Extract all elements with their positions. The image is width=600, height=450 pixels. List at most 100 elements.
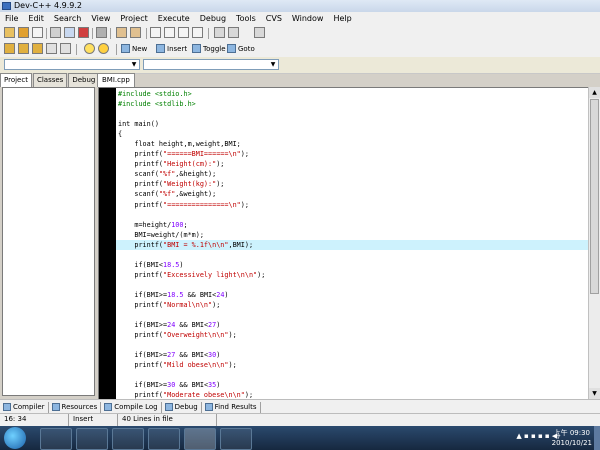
code-editor[interactable]: #include <stdio.h> #include <stdlib.h> in… (98, 87, 590, 400)
show-desktop-button[interactable] (594, 426, 600, 450)
toggle-button[interactable]: Toggle (192, 43, 226, 55)
code-line[interactable]: BMI=weight/(m*m); (118, 230, 588, 240)
menu-help[interactable]: Help (328, 14, 356, 23)
new-file-icon[interactable] (32, 27, 43, 38)
code-line[interactable]: int main() (118, 119, 588, 129)
code-line[interactable]: #include <stdio.h> (118, 89, 588, 99)
code-line[interactable] (118, 210, 588, 220)
menu-window[interactable]: Window (287, 14, 329, 23)
vertical-scrollbar[interactable]: ▲ ▼ (588, 87, 600, 399)
active-code-line[interactable]: printf("BMI = %.1f\n\n",BMI); (116, 239, 588, 250)
find-next-icon[interactable] (178, 27, 189, 38)
function-combo[interactable]: ▼ (143, 59, 279, 70)
tab-label: Resources (61, 403, 98, 411)
paint-task-icon[interactable] (220, 428, 252, 450)
devcpp-task-icon[interactable] (184, 428, 216, 450)
undo-icon[interactable] (116, 27, 127, 38)
insert-button[interactable]: Insert (156, 43, 187, 55)
tab-project[interactable]: Project (0, 73, 32, 87)
code-line[interactable]: if(BMI>=27 && BMI<30) (118, 350, 588, 360)
forward-icon[interactable] (228, 27, 239, 38)
tab-find-results[interactable]: Find Results (202, 401, 261, 413)
back-icon[interactable] (214, 27, 225, 38)
menu-file[interactable]: File (0, 14, 23, 23)
menu-debug[interactable]: Debug (195, 14, 231, 23)
menu-search[interactable]: Search (49, 14, 86, 23)
code-line[interactable]: if(BMI>=24 && BMI<27) (118, 320, 588, 330)
menu-view[interactable]: View (86, 14, 115, 23)
code-line[interactable]: scanf("%f",&height); (118, 169, 588, 179)
code-line[interactable] (118, 109, 588, 119)
code-line[interactable]: if(BMI<18.5) (118, 260, 588, 270)
project-icon[interactable] (4, 27, 15, 38)
clock-date: 2010/10/21 (551, 439, 592, 447)
compile-icon[interactable] (4, 43, 15, 54)
project-tree[interactable] (2, 87, 95, 396)
media-player-task-icon[interactable] (112, 428, 144, 450)
code-line[interactable]: printf("Weight(kg):"); (118, 179, 588, 189)
code-line[interactable]: if(BMI>=18.5 && BMI<24) (118, 290, 588, 300)
clock[interactable]: 上午 09:30 2010/10/21 (552, 428, 592, 448)
rebuild-icon[interactable] (46, 43, 57, 54)
compile-run-icon[interactable] (32, 43, 43, 54)
redo-icon[interactable] (130, 27, 141, 38)
tab-classes[interactable]: Classes (32, 73, 68, 87)
tab-label: Compile Log (114, 403, 158, 411)
code-line[interactable]: scanf("%f",&weight); (118, 189, 588, 199)
bookmark-icon[interactable] (254, 27, 265, 38)
close-file-icon[interactable] (78, 27, 89, 38)
code-line[interactable]: if(BMI>=30 && BMI<35) (118, 380, 588, 390)
tab-compile-log[interactable]: Compile Log (101, 401, 162, 413)
menu-tools[interactable]: Tools (231, 14, 261, 23)
code-line[interactable]: printf("Excessively light\n\n"); (118, 270, 588, 280)
save-all-icon[interactable] (64, 27, 75, 38)
code-line[interactable] (118, 340, 588, 350)
code-line[interactable]: m=height/100; (118, 220, 588, 230)
bottom-tabs: Compiler Resources Compile Log Debug Fin… (0, 399, 600, 414)
code-line[interactable]: { (118, 129, 588, 139)
code-line[interactable] (118, 280, 588, 290)
new-button[interactable]: New (121, 43, 147, 55)
scroll-up-icon[interactable]: ▲ (589, 87, 600, 98)
menu-execute[interactable]: Execute (153, 14, 195, 23)
check-icon[interactable] (60, 43, 71, 54)
code-line[interactable]: printf("Overweight\n\n"); (118, 330, 588, 340)
run-icon[interactable] (18, 43, 29, 54)
class-combo[interactable]: ▼ (4, 59, 140, 70)
ie-task-icon[interactable] (40, 428, 72, 450)
code-line[interactable]: printf("Normal\n\n"); (118, 300, 588, 310)
code-line[interactable] (118, 250, 588, 260)
help-icon[interactable] (84, 43, 95, 54)
scroll-down-icon[interactable]: ▼ (589, 388, 600, 399)
print-icon[interactable] (96, 27, 107, 38)
browser-task-icon[interactable] (148, 428, 180, 450)
tab-resources[interactable]: Resources (49, 401, 102, 413)
find-icon[interactable] (150, 27, 161, 38)
code-line[interactable] (118, 370, 588, 380)
code-line[interactable]: printf("Height(cm):"); (118, 159, 588, 169)
code-line[interactable]: float height,m,weight,BMI; (118, 139, 588, 149)
code-line[interactable]: printf("===============\n"); (118, 200, 588, 210)
start-button[interactable] (4, 427, 26, 449)
replace-icon[interactable] (164, 27, 175, 38)
tab-bmi-cpp[interactable]: BMI.cpp (97, 73, 135, 87)
tab-debug[interactable]: Debug (68, 73, 100, 87)
goto-button[interactable]: Goto (227, 43, 255, 55)
scroll-thumb[interactable] (590, 99, 599, 294)
code-line[interactable]: printf("======BMI======\n"); (118, 149, 588, 159)
tab-compiler[interactable]: Compiler (0, 401, 49, 413)
code-line[interactable]: #include <stdlib.h> (118, 99, 588, 109)
menu-cvs[interactable]: CVS (261, 14, 287, 23)
toolbar-separator (46, 28, 47, 39)
code-line[interactable] (118, 310, 588, 320)
goto-line-icon[interactable] (192, 27, 203, 38)
menu-project[interactable]: Project (115, 14, 152, 23)
code-area[interactable]: #include <stdio.h> #include <stdlib.h> in… (116, 89, 588, 399)
code-line[interactable]: printf("Mild obese\n\n"); (118, 360, 588, 370)
save-icon[interactable] (50, 27, 61, 38)
tab-debug-output[interactable]: Debug (162, 401, 202, 413)
open-icon[interactable] (18, 27, 29, 38)
explorer-task-icon[interactable] (76, 428, 108, 450)
about-icon[interactable] (98, 43, 109, 54)
menu-edit[interactable]: Edit (23, 14, 49, 23)
